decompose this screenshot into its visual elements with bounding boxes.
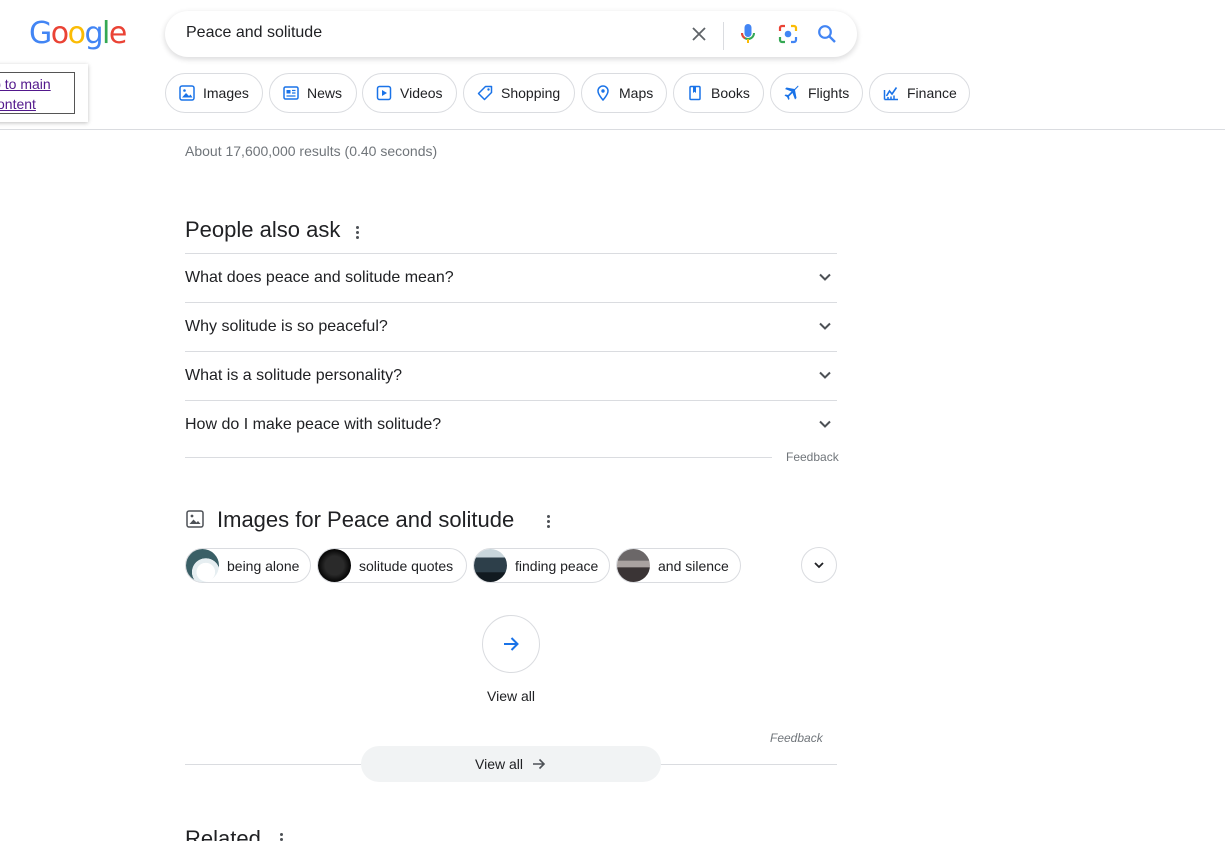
book-icon [689,85,701,101]
paa-question[interactable]: What does peace and solitude mean? [185,253,837,302]
view-all-button-label: View all [475,756,523,772]
airplane-icon [784,85,799,100]
view-all-images-button[interactable] [482,615,540,673]
skip-link-line-1[interactable]: ip to main [0,74,51,94]
image-icon [186,510,204,528]
chip-label: Books [711,85,750,101]
images-section-title: Images for Peace and solitude [217,507,515,532]
logo-letter: e [108,16,127,51]
video-icon [376,85,392,101]
paa-question-text: How do I make peace with solitude? [185,416,442,433]
image-icon [179,85,195,101]
chip-books[interactable]: Books [673,73,764,113]
chevron-down-icon [819,273,831,281]
view-all-images-label[interactable]: View all [487,688,535,704]
image-chip[interactable]: finding peace [473,548,610,583]
image-chip-label: finding peace [515,557,599,574]
people-also-ask-title: People also ask [185,217,341,242]
logo-letter: g [84,16,103,51]
images-feedback-link[interactable]: Feedback [770,731,823,745]
chip-finance[interactable]: Finance [869,73,970,113]
close-icon[interactable] [687,22,711,46]
paa-footer-divider [185,457,772,458]
paa-question[interactable]: How do I make peace with solitude? [185,400,837,449]
paa-question[interactable]: Why solitude is so peaceful? [185,302,837,351]
logo-letter: o [50,16,69,51]
chip-images[interactable]: Images [165,73,263,113]
paa-feedback-link[interactable]: Feedback [786,450,839,464]
google-logo[interactable]: Google [29,15,127,53]
skip-link-line-2[interactable]: content [0,94,36,114]
search-box[interactable]: Peace and solitude [165,11,857,57]
chip-shopping[interactable]: Shopping [463,73,575,113]
expand-chips-button[interactable] [801,547,837,583]
chip-label: Flights [808,85,850,101]
skip-to-content-popup: ip to main content [0,64,88,122]
chevron-down-icon [814,562,824,569]
people-also-ask-list: What does peace and solitude mean? Why s… [185,253,837,449]
map-pin-icon [597,85,609,101]
paa-question[interactable]: What is a solitude personality? [185,351,837,400]
chip-news[interactable]: News [269,73,357,113]
image-chip[interactable]: being alone [185,548,311,583]
image-chip-label: being alone [227,557,300,574]
chip-maps[interactable]: Maps [581,73,667,113]
chip-label: Finance [907,85,957,101]
paa-question-text: What is a solitude personality? [185,367,402,384]
arrow-right-icon [533,758,546,770]
logo-letter: o [67,16,86,51]
chevron-down-icon [819,371,831,379]
chip-thumbnail [617,549,650,582]
chip-thumbnail [474,549,507,582]
more-options-icon[interactable] [547,515,551,530]
related-title: Related [185,826,261,841]
chip-label: Shopping [501,85,561,101]
chip-label: News [307,85,343,101]
paa-question-text: Why solitude is so peaceful? [185,318,388,335]
image-chip[interactable]: solitude quotes [317,548,467,583]
more-options-icon[interactable] [280,833,284,841]
logo-letter: G [29,16,52,51]
chip-label: Maps [619,85,654,101]
search-icon[interactable] [815,22,839,46]
news-icon [283,86,299,100]
chip-label: Images [203,85,249,101]
more-options-icon[interactable] [356,226,360,241]
header-divider [0,129,1225,130]
tag-icon [477,85,493,101]
arrow-right-icon [504,637,519,651]
view-all-button[interactable]: View all [361,746,661,782]
result-stats: About 17,600,000 results (0.40 seconds) [185,143,438,159]
chart-icon [883,87,898,101]
chip-thumbnail [318,549,351,582]
chip-thumbnail [186,549,219,582]
search-box-divider [723,22,724,50]
image-chip[interactable]: and silence [616,548,741,583]
paa-question-text: What does peace and solitude mean? [185,269,454,286]
chevron-down-icon [819,420,831,428]
logo-letter: l [102,16,110,51]
chip-label: Videos [400,85,443,101]
chip-videos[interactable]: Videos [362,73,457,113]
microphone-icon[interactable] [736,22,760,46]
chevron-down-icon [819,322,831,330]
chip-flights[interactable]: Flights [770,73,863,113]
image-chip-label: solitude quotes [359,557,454,574]
search-input[interactable]: Peace and solitude [186,24,322,42]
image-chip-label: and silence [658,557,729,574]
camera-lens-icon[interactable] [776,22,800,46]
